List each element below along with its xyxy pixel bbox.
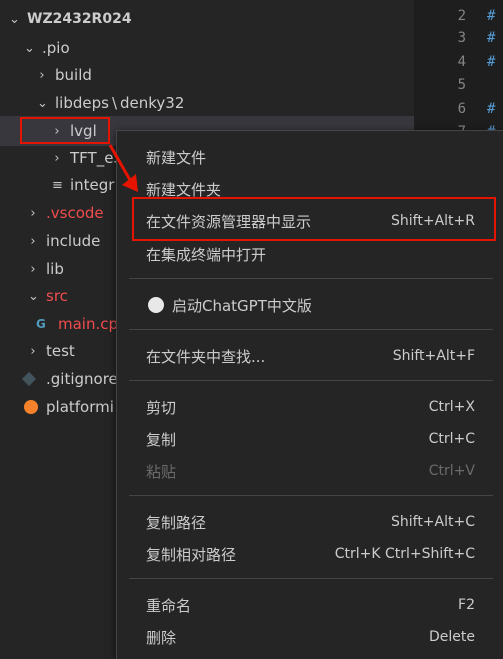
annotation-arrow-icon [108,144,138,192]
